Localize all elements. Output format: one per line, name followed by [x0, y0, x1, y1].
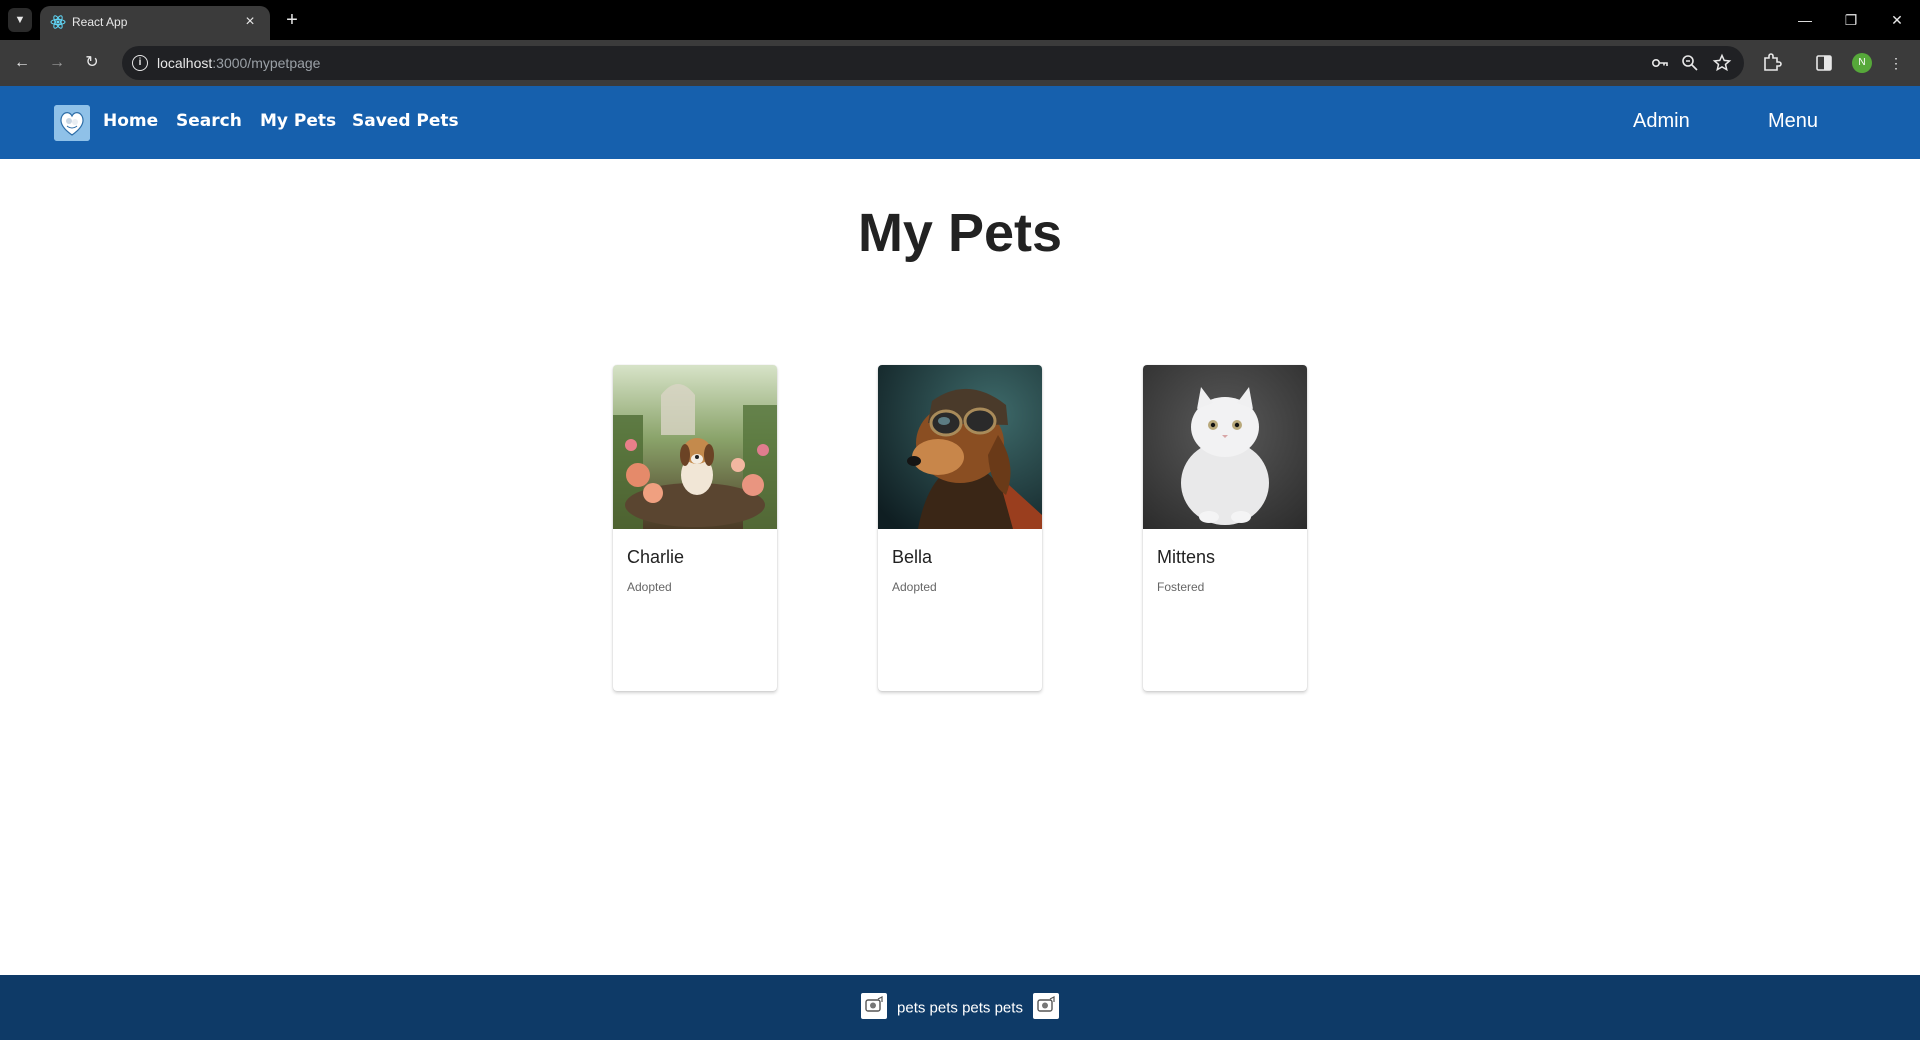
tab-search-button[interactable]: ▼ [8, 8, 32, 32]
react-favicon-icon [50, 15, 66, 29]
password-key-icon[interactable] [1650, 53, 1670, 73]
pet-status: Fostered [1157, 580, 1205, 594]
tab-close-icon[interactable]: × [240, 12, 260, 32]
url-host: localhost [157, 55, 213, 71]
menu-button[interactable]: Menu [1768, 110, 1818, 133]
footer-content: pets pets pets pets [0, 993, 1920, 1021]
pet-image-beagle [613, 365, 777, 529]
pet-name: Mittens [1157, 547, 1216, 567]
browser-tab[interactable]: React App × [40, 6, 270, 40]
nav-search-link[interactable]: Search [176, 111, 242, 131]
address-bar[interactable]: i localhost:3000/mypetpage [122, 46, 1744, 80]
more-options-icon[interactable]: ⋮ [1884, 51, 1908, 75]
profile-avatar[interactable]: N [1852, 53, 1872, 73]
pet-name: Charlie [627, 547, 685, 567]
app-logo-icon[interactable] [54, 105, 90, 141]
nav-my-pets-link[interactable]: My Pets [260, 111, 336, 131]
pet-image-goggles-dog [878, 365, 1042, 529]
extensions-icon[interactable] [1760, 51, 1784, 75]
new-tab-button[interactable]: + [280, 8, 304, 32]
tab-title: React App [72, 15, 128, 29]
zoom-icon[interactable] [1680, 53, 1700, 73]
forward-arrow-icon[interactable]: → [45, 51, 69, 75]
pet-card[interactable]: Bella Adopted [878, 365, 1042, 691]
pet-card[interactable]: Charlie Adopted [613, 365, 777, 691]
page-title: My Pets [857, 203, 1063, 263]
app-header: Home Search My Pets Saved Pets Admin Men… [0, 86, 1920, 159]
admin-link[interactable]: Admin [1633, 110, 1690, 133]
url-path: :3000/mypetpage [212, 55, 321, 71]
pet-status: Adopted [892, 580, 937, 594]
browser-toolbar: ← → ↻ i localhost:3000/mypetpage N ⋮ [0, 40, 1920, 86]
window-close-button[interactable]: ✕ [1874, 0, 1920, 40]
nav-home-link[interactable]: Home [103, 111, 158, 131]
window-minimize-button[interactable]: — [1782, 0, 1828, 40]
app-footer: pets pets pets pets [0, 975, 1920, 1040]
browser-tabstrip: ▼ React App × + — ❐ ✕ [0, 0, 1920, 40]
url-text[interactable]: localhost:3000/mypetpage [157, 55, 320, 71]
pet-name: Bella [892, 547, 933, 567]
site-info-icon[interactable]: i [132, 55, 148, 71]
paw-logo-icon [860, 993, 887, 1019]
nav-saved-pets-link[interactable]: Saved Pets [352, 111, 459, 131]
paw-logo-icon [1033, 993, 1060, 1019]
pet-image-persian-cat [1143, 365, 1307, 529]
pet-status: Adopted [627, 580, 672, 594]
bookmark-star-icon[interactable] [1712, 53, 1732, 73]
pet-card[interactable]: Mittens Fostered [1143, 365, 1307, 691]
back-arrow-icon[interactable]: ← [10, 51, 34, 75]
window-restore-button[interactable]: ❐ [1828, 0, 1874, 40]
side-panel-icon[interactable] [1812, 51, 1836, 75]
reload-icon[interactable]: ↻ [80, 51, 104, 75]
footer-text: pets pets pets pets [897, 999, 1023, 1017]
